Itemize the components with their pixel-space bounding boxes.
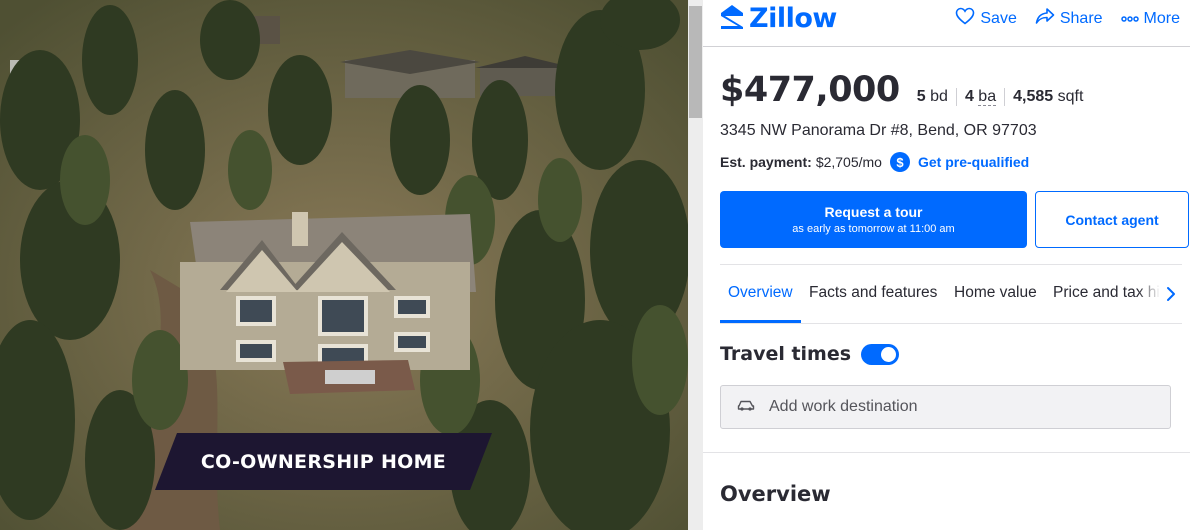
baths-fact[interactable]: 4 ba bbox=[964, 88, 997, 106]
travel-times-toggle[interactable] bbox=[861, 343, 900, 365]
home-facts: 5 bd 4 ba 4,585 sqft bbox=[917, 88, 1083, 106]
contact-agent-button[interactable]: Contact agent bbox=[1035, 191, 1189, 248]
est-payment-value[interactable]: $2,705/mo bbox=[816, 154, 882, 170]
toggle-knob bbox=[881, 346, 897, 362]
tab-overview[interactable]: Overview bbox=[728, 284, 793, 302]
sqft-fact: 4,585 sqft bbox=[1013, 88, 1083, 106]
dollar-icon: $ bbox=[889, 152, 910, 172]
section-tabs: Overview Facts and features Home value P… bbox=[720, 264, 1182, 324]
listing-price: $477,000 bbox=[720, 70, 900, 110]
listing-photo[interactable]: CO-OWNERSHIP HOME bbox=[0, 0, 688, 530]
price-row: $477,000 5 bd 4 ba 4,585 sqft bbox=[720, 70, 1083, 110]
zillow-logo[interactable]: Zillow bbox=[719, 3, 837, 34]
save-button[interactable]: Save bbox=[955, 7, 1017, 30]
overview-heading: Overview bbox=[720, 482, 831, 506]
work-destination-placeholder: Add work destination bbox=[769, 398, 918, 415]
sqft-unit: sqft bbox=[1057, 88, 1084, 105]
work-destination-input[interactable]: Add work destination bbox=[720, 385, 1171, 429]
more-label: More bbox=[1143, 9, 1180, 27]
photo-scrollbar[interactable] bbox=[688, 0, 703, 530]
baths-unit: ba bbox=[978, 88, 997, 106]
beds-fact: 5 bd bbox=[917, 88, 948, 106]
listing-summary: $477,000 5 bd 4 ba 4,585 sqft bbox=[720, 70, 1083, 110]
sqft-value: 4,585 bbox=[1013, 88, 1054, 105]
heart-icon bbox=[955, 7, 975, 30]
travel-times-title: Travel times bbox=[720, 343, 852, 365]
estimated-payment: Est. payment: $2,705/mo $ Get pre-qualif… bbox=[720, 152, 1029, 172]
active-tab-indicator bbox=[720, 320, 801, 323]
brand-name: Zillow bbox=[749, 3, 837, 34]
listing-details-panel: Zillow Save Share More $477,000 5 bd 4 b… bbox=[703, 0, 1190, 530]
save-label: Save bbox=[980, 9, 1017, 27]
header-actions: Save Share More bbox=[955, 7, 1180, 30]
car-icon bbox=[737, 398, 755, 416]
request-tour-button[interactable]: Request a tour as early as tomorrow at 1… bbox=[720, 191, 1027, 248]
section-divider bbox=[703, 452, 1190, 453]
share-button[interactable]: Share bbox=[1035, 7, 1103, 30]
fact-divider bbox=[955, 88, 957, 106]
listing-address: 3345 NW Panorama Dr #8, Bend, OR 97703 bbox=[720, 122, 1037, 139]
badge-text: CO-OWNERSHIP HOME bbox=[200, 450, 447, 473]
share-arrow-icon bbox=[1035, 7, 1055, 30]
baths-value: 4 bbox=[964, 88, 974, 105]
tab-facts-and-features[interactable]: Facts and features bbox=[809, 284, 937, 302]
fact-divider bbox=[1004, 88, 1006, 106]
co-ownership-badge: CO-OWNERSHIP HOME bbox=[155, 433, 492, 490]
travel-times-header: Travel times bbox=[720, 343, 900, 365]
panel-header: Zillow Save Share More bbox=[703, 0, 1190, 47]
scrollbar-thumb[interactable] bbox=[689, 6, 702, 118]
request-tour-sublabel: as early as tomorrow at 11:00 am bbox=[792, 223, 955, 235]
share-label: Share bbox=[1059, 9, 1103, 27]
more-dots-icon bbox=[1120, 10, 1139, 28]
beds-value: 5 bbox=[916, 88, 926, 105]
est-payment-label: Est. payment: bbox=[720, 154, 812, 170]
chevron-right-icon[interactable] bbox=[1164, 285, 1178, 303]
get-prequalified-link[interactable]: Get pre-qualified bbox=[918, 154, 1029, 170]
request-tour-label: Request a tour bbox=[824, 204, 923, 220]
more-button[interactable]: More bbox=[1120, 7, 1180, 30]
tab-home-value[interactable]: Home value bbox=[954, 284, 1037, 302]
beds-unit: bd bbox=[930, 88, 948, 105]
zillow-logo-icon bbox=[719, 3, 745, 34]
